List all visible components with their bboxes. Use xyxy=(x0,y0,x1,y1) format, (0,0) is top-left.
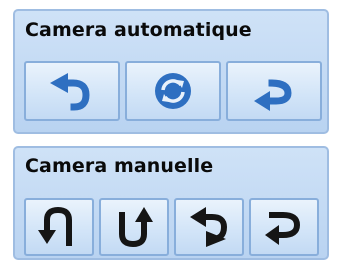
manual-uturn-down-left-button[interactable] xyxy=(174,198,244,256)
manual-camera-panel: Camera manuelle xyxy=(13,146,329,260)
auto-reset-button[interactable] xyxy=(125,61,221,121)
auto-camera-panel: Camera automatique xyxy=(13,9,329,134)
u-turn-up-right-icon xyxy=(119,207,153,248)
auto-rotate-left-button[interactable] xyxy=(24,61,120,121)
manual-uturn-up-right-button[interactable] xyxy=(99,198,169,256)
u-turn-left-icon xyxy=(265,212,301,245)
auto-rotate-right-button[interactable] xyxy=(226,61,322,121)
u-turn-up-left-icon xyxy=(38,206,72,246)
manual-uturn-up-left-button[interactable] xyxy=(24,198,94,256)
rotate-right-arrow-icon xyxy=(254,79,292,111)
manual-camera-title: Camera manuelle xyxy=(25,155,214,177)
manual-uturn-left-button[interactable] xyxy=(249,198,319,256)
u-turn-down-left-icon xyxy=(190,207,228,247)
refresh-icon xyxy=(155,73,191,109)
auto-camera-title: Camera automatique xyxy=(25,19,252,41)
rotate-left-arrow-icon xyxy=(50,73,90,111)
